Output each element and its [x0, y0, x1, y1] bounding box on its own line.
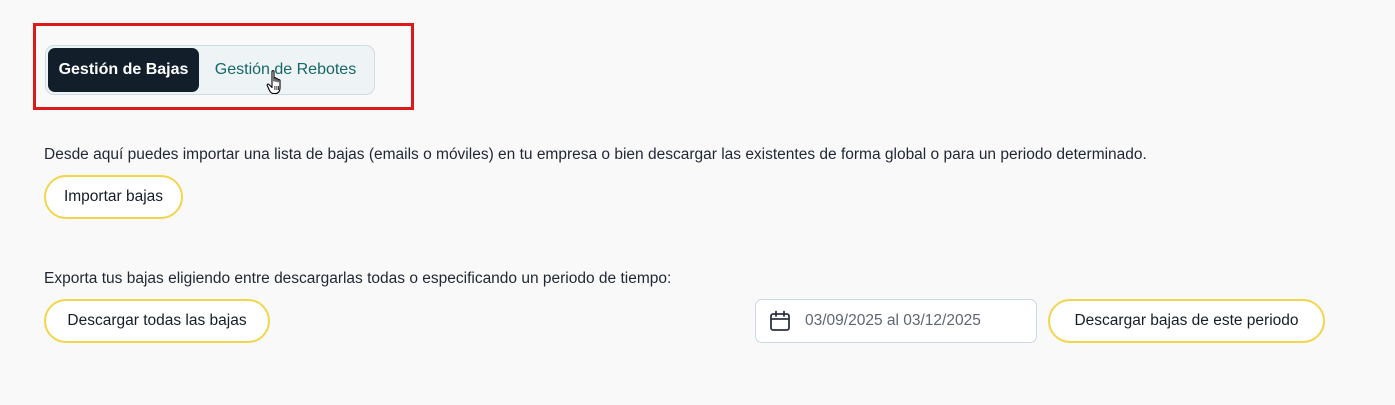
tab-gestion-de-bajas[interactable]: Gestión de Bajas [48, 48, 199, 92]
date-range-value: 03/09/2025 al 03/12/2025 [805, 312, 981, 329]
import-description: Desde aquí puedes importar una lista de … [44, 146, 1147, 163]
tab-gestion-de-rebotes[interactable]: Gestión de Rebotes [199, 48, 372, 92]
import-bajas-button[interactable]: Importar bajas [44, 175, 183, 219]
download-all-bajas-button[interactable]: Descargar todas las bajas [44, 299, 270, 343]
date-range-picker[interactable]: 03/09/2025 al 03/12/2025 [755, 299, 1037, 343]
download-period-bajas-button[interactable]: Descargar bajas de este periodo [1048, 299, 1325, 343]
tab-group: Gestión de Bajas Gestión de Rebotes [45, 45, 375, 95]
calendar-icon [770, 310, 790, 331]
export-description: Exporta tus bajas eligiendo entre descar… [44, 270, 672, 287]
